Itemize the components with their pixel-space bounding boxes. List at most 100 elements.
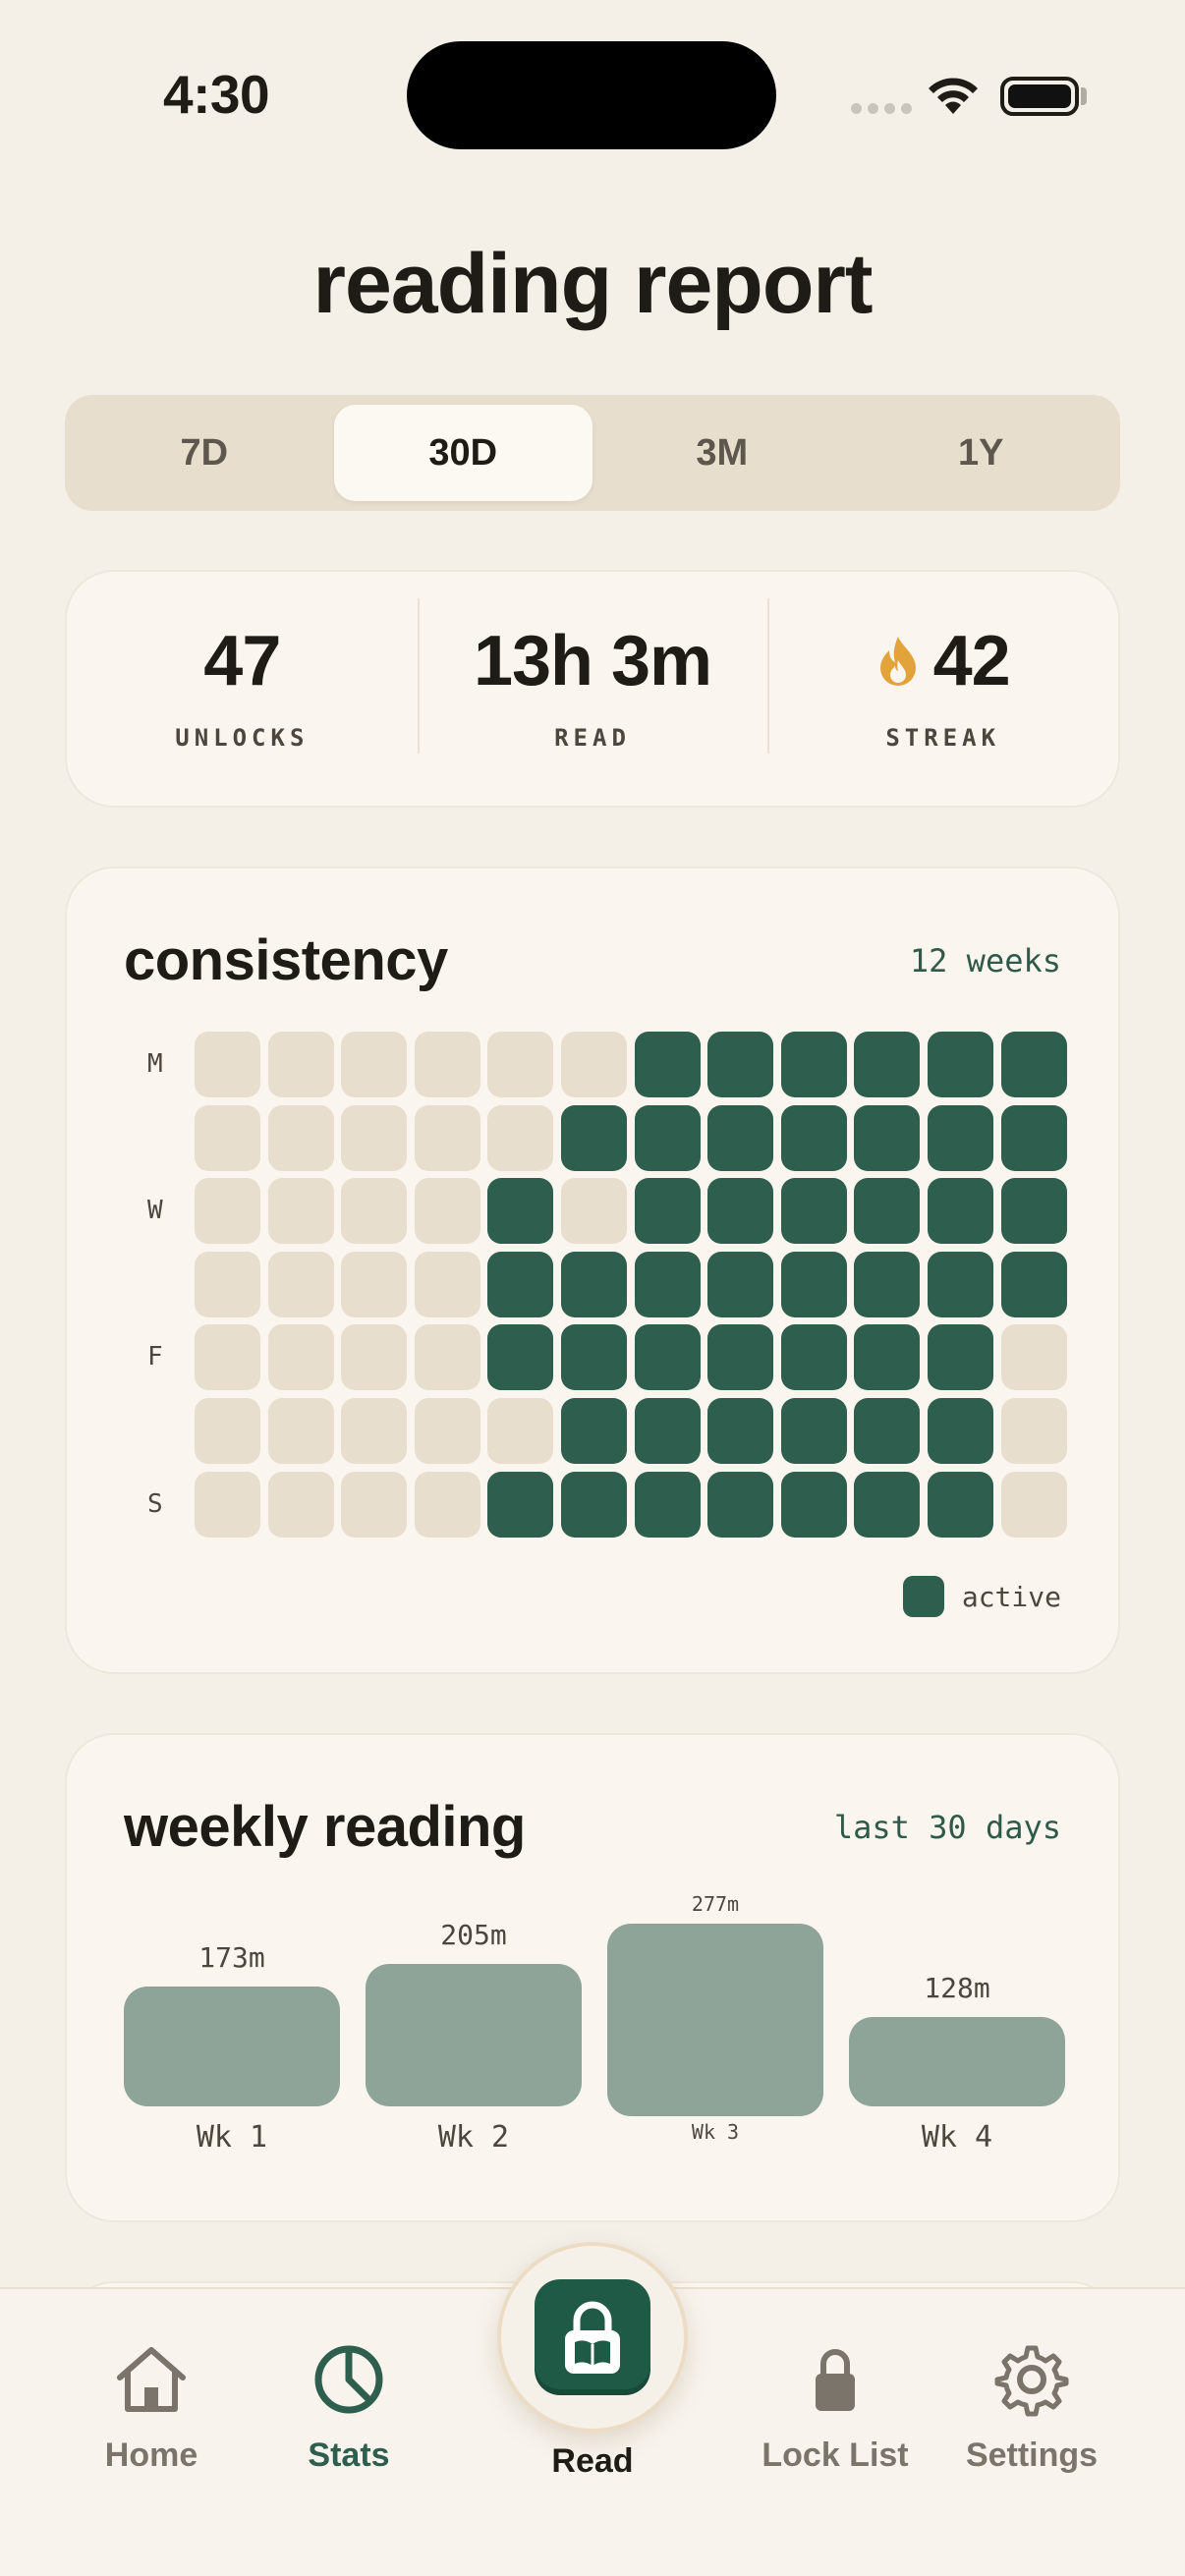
heatmap-cell: [854, 1398, 921, 1464]
heatmap-cell: [195, 1471, 260, 1538]
heatmap-cell: [707, 1398, 774, 1464]
heatmap-cell: [341, 1104, 408, 1171]
heatmap-cell: [267, 1032, 334, 1097]
heatmap-cell: [195, 1032, 260, 1097]
heatmap-cell: [341, 1032, 408, 1097]
tab-lock-list[interactable]: Lock List: [737, 2340, 933, 2475]
tab-read-label: Read: [551, 2442, 634, 2480]
bar-value-label: 173m: [198, 1941, 265, 1974]
legend-label: active: [961, 1580, 1061, 1613]
pie-chart-icon: [314, 2345, 383, 2414]
tab-stats[interactable]: Stats: [251, 2340, 447, 2475]
heatmap-cell: [928, 1032, 993, 1097]
heatmap-legend: active: [902, 1576, 1061, 1617]
heatmap-cell: [487, 1251, 554, 1317]
consistency-title: consistency: [124, 928, 448, 992]
heatmap-cell: [267, 1178, 334, 1245]
range-tab-1y[interactable]: 1Y: [852, 405, 1111, 501]
heatmap-cell: [854, 1104, 921, 1171]
heatmap-cell: [195, 1104, 260, 1171]
heatmap-cell: [1000, 1251, 1067, 1317]
bar-category-label: Wk 1: [196, 2120, 268, 2155]
heatmap-cell: [780, 1324, 847, 1391]
heatmap-cell: [780, 1032, 847, 1097]
unlocks-stat: 47 UNLOCKS: [67, 626, 418, 752]
status-time: 4:30: [163, 64, 270, 125]
read-time-stat: 13h 3m READ: [417, 598, 768, 754]
heatmap-cell: [487, 1324, 554, 1391]
heatmap-cell: [928, 1104, 993, 1171]
heatmap-cell: [561, 1178, 627, 1245]
dynamic-island: [407, 41, 776, 149]
heatmap-cell: [928, 1324, 993, 1391]
unlocks-value: 47: [203, 622, 281, 700]
heatmap-cell: [928, 1398, 993, 1464]
legend-swatch: [902, 1576, 944, 1617]
heatmap-cell: [414, 1178, 480, 1245]
heatmap-cell: [561, 1398, 627, 1464]
lock-book-icon: [565, 2301, 620, 2374]
heatmap-cell: [780, 1398, 847, 1464]
heatmap-cell: [561, 1251, 627, 1317]
heatmap-cell: [414, 1324, 480, 1391]
tab-settings-label: Settings: [965, 2436, 1099, 2474]
weekly-bar[interactable]: [124, 1987, 340, 2106]
unlocks-label: UNLOCKS: [175, 724, 310, 752]
page-title: reading report: [312, 237, 874, 331]
wifi-icon: [929, 78, 978, 114]
heatmap-cell: [1000, 1104, 1067, 1171]
heatmap-cell: [561, 1471, 627, 1538]
weekly-reading-card: weekly reading last 30 days 173m Wk 1 205m…: [65, 1733, 1120, 2222]
heatmap-cell: [487, 1398, 554, 1464]
heatmap-cell: [928, 1178, 993, 1245]
heatmap-cell: [780, 1178, 847, 1245]
tab-stats-label: Stats: [308, 2436, 390, 2474]
weekly-bar[interactable]: [607, 1924, 823, 2116]
heatmap-cell: [414, 1398, 480, 1464]
range-tab-30d[interactable]: 30D: [333, 405, 592, 501]
weekday-label: M: [147, 1049, 163, 1079]
heatmap-cell: [1000, 1032, 1067, 1097]
read-time-value: 13h 3m: [473, 622, 712, 700]
range-tab-7d[interactable]: 7D: [75, 405, 334, 501]
heatmap-cell: [561, 1032, 627, 1097]
streak-label: STREAK: [885, 724, 1001, 752]
heatmap-cell: [267, 1251, 334, 1317]
heatmap-cell: [634, 1032, 701, 1097]
heatmap-cell: [780, 1104, 847, 1171]
heatmap-cell: [928, 1251, 993, 1317]
read-button[interactable]: [497, 2242, 688, 2433]
weekday-label: W: [147, 1196, 163, 1226]
heatmap-cell: [707, 1324, 774, 1391]
consistency-range: 12 weeks: [909, 941, 1061, 980]
heatmap-cell: [341, 1471, 408, 1538]
tab-home-label: Home: [104, 2436, 198, 2474]
heatmap-cell: [267, 1324, 334, 1391]
bar-category-label: Wk 3: [691, 2120, 740, 2144]
heatmap-cell: [707, 1178, 774, 1245]
heatmap-cell: [414, 1471, 480, 1538]
heatmap-cell: [634, 1178, 701, 1245]
range-tab-3m[interactable]: 3M: [592, 405, 852, 501]
read-time-label: READ: [554, 724, 631, 752]
heatmap-cell: [707, 1471, 774, 1538]
heatmap-cell: [341, 1324, 408, 1391]
heatmap-cell: [195, 1398, 260, 1464]
heatmap-cell: [707, 1251, 774, 1317]
read-button-face: [535, 2279, 650, 2395]
weekday-label: S: [147, 1488, 163, 1519]
weekly-bar[interactable]: [849, 2017, 1065, 2106]
heatmap-cell: [854, 1324, 921, 1391]
summary-stats-card: 47 UNLOCKS 13h 3m READ 42 STREAK: [65, 570, 1120, 808]
tab-settings[interactable]: Settings: [933, 2340, 1130, 2475]
weekly-bar[interactable]: [366, 1964, 582, 2106]
heatmap-cell: [341, 1398, 408, 1464]
heatmap-cell: [487, 1178, 554, 1245]
flame-icon: [879, 637, 916, 686]
heatmap-cell: [267, 1398, 334, 1464]
heatmap-cell: [414, 1251, 480, 1317]
heatmap-cell: [634, 1251, 701, 1317]
heatmap-cell: [195, 1324, 260, 1391]
tab-home[interactable]: Home: [53, 2340, 250, 2475]
heatmap-cell: [487, 1471, 554, 1538]
